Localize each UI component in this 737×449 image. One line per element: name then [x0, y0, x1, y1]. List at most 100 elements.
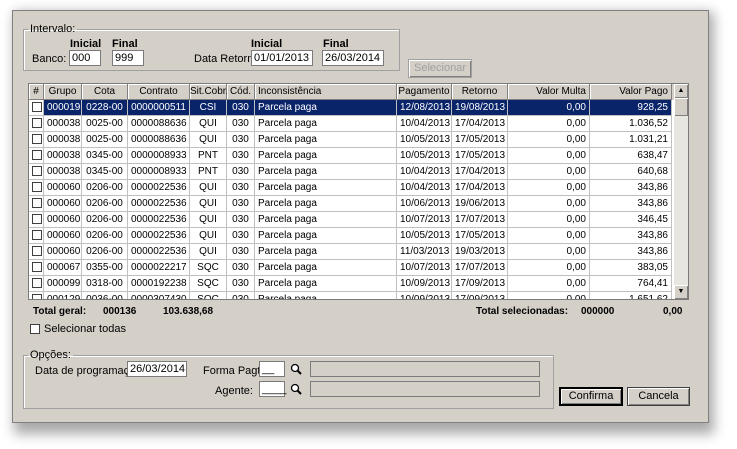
forma-pagto-input[interactable]: __	[259, 361, 285, 377]
col-cota-header[interactable]: Cota	[82, 84, 128, 100]
col-valor-multa-cell: 0,00	[508, 228, 590, 244]
col-valor-multa-header[interactable]: Valor Multa	[508, 84, 590, 100]
row-checkbox[interactable]	[32, 118, 42, 128]
col-grupo-cell: 000067	[44, 260, 82, 276]
data-final-input[interactable]: 26/03/2014	[322, 50, 384, 66]
table-row[interactable]: 000099 0318-00 0000192238 SQC 030 Parcela pag…	[29, 276, 674, 292]
col-pagamento-cell: 10/05/2013	[397, 228, 452, 244]
col-grupo-header[interactable]: Grupo	[44, 84, 82, 100]
col-inconsistencia-header[interactable]: Inconsistência	[255, 84, 397, 100]
col-cod-header[interactable]: Cód.	[227, 84, 255, 100]
col-pagamento-cell: 10/04/2013	[397, 180, 452, 196]
table-row[interactable]: 000060 0206-00 0000022536 QUI 030 Parcela pag…	[29, 228, 674, 244]
row-select-cell	[29, 196, 44, 212]
table-row[interactable]: 000038 0025-00 0000088636 QUI 030 Parcela pag…	[29, 132, 674, 148]
col-sitcobr-cell: QUI	[190, 180, 227, 196]
col-grupo-cell: 000038	[44, 148, 82, 164]
col-cod-cell: 030	[227, 212, 255, 228]
col-cod-cell: 030	[227, 164, 255, 180]
table-row[interactable]: 000060 0206-00 0000022536 QUI 030 Parcela pag…	[29, 244, 674, 260]
col-sitcobr-cell: SQC	[190, 292, 227, 299]
data-inicial-input[interactable]: 01/01/2013	[251, 50, 313, 66]
forma-pagto-search-icon[interactable]	[290, 363, 302, 375]
col-retorno-header[interactable]: Retorno	[452, 84, 508, 100]
col-valor-multa-cell: 0,00	[508, 276, 590, 292]
agente-search-icon[interactable]	[290, 383, 302, 395]
col-grupo-cell: 000038	[44, 116, 82, 132]
col-contrato-cell: 0000022536	[128, 228, 190, 244]
col-hash-header[interactable]: #	[29, 84, 44, 100]
col-pagamento-cell: 12/08/2013	[397, 100, 452, 116]
col-contrato-cell: 0000192238	[128, 276, 190, 292]
row-checkbox[interactable]	[32, 262, 42, 272]
row-checkbox[interactable]	[32, 230, 42, 240]
scroll-down-icon[interactable]: ▼	[674, 285, 688, 299]
col-grupo-cell: 000060	[44, 212, 82, 228]
table-row[interactable]: 000067 0355-00 0000022217 SQC 030 Parcela pag…	[29, 260, 674, 276]
row-checkbox[interactable]	[32, 134, 42, 144]
col-contrato-cell: 0000008933	[128, 164, 190, 180]
col-pagamento-cell: 10/07/2013	[397, 260, 452, 276]
scroll-thumb[interactable]	[674, 98, 688, 116]
row-select-cell	[29, 228, 44, 244]
table-row[interactable]: 000060 0206-00 0000022536 QUI 030 Parcela pag…	[29, 180, 674, 196]
col-sitcobr-cell: QUI	[190, 228, 227, 244]
col-contrato-header[interactable]: Contrato	[128, 84, 190, 100]
col-cota-cell: 0025-00	[82, 132, 128, 148]
scroll-up-icon[interactable]: ▲	[674, 84, 688, 98]
banco-final-input[interactable]: 999	[112, 50, 144, 66]
col-inconsistencia-cell: Parcela paga	[255, 100, 397, 116]
selecionar-todas-label: Selecionar todas	[44, 323, 126, 335]
results-grid[interactable]: # Grupo Cota Contrato Sit.Cobr. Cód. Inconsist…	[28, 83, 689, 300]
col-retorno-cell: 17/04/2013	[452, 116, 508, 132]
col-inconsistencia-cell: Parcela paga	[255, 180, 397, 196]
table-row[interactable]: 000060 0206-00 0000022536 QUI 030 Parcela pag…	[29, 212, 674, 228]
row-checkbox[interactable]	[32, 214, 42, 224]
selecionar-button[interactable]: Selecionar	[408, 59, 472, 78]
col-grupo-cell: 000019	[44, 100, 82, 116]
table-row[interactable]: 000060 0206-00 0000022536 QUI 030 Parcela pag…	[29, 196, 674, 212]
total-geral-label: Total geral:	[33, 306, 87, 317]
col-valor-multa-cell: 0,00	[508, 132, 590, 148]
col-cod-cell: 030	[227, 132, 255, 148]
col-grupo-cell: 000060	[44, 196, 82, 212]
table-row[interactable]: 000038 0025-00 0000088636 QUI 030 Parcela pag…	[29, 116, 674, 132]
row-checkbox[interactable]	[32, 198, 42, 208]
table-row[interactable]: 000038 0345-00 0000008933 PNT 030 Parcela pag…	[29, 164, 674, 180]
banco-inicial-input[interactable]: 000	[69, 50, 101, 66]
table-row[interactable]: 000038 0345-00 0000008933 PNT 030 Parcela pag…	[29, 148, 674, 164]
col-contrato-cell: 0000022536	[128, 196, 190, 212]
row-checkbox[interactable]	[32, 278, 42, 288]
table-row[interactable]: 000019 0228-00 0000000511 CSI 030 Parcela pag…	[29, 100, 674, 116]
col-cod-cell: 030	[227, 292, 255, 299]
col-valor-pago-cell: 638,47	[590, 148, 672, 164]
selecionar-todas-checkbox[interactable]	[30, 324, 40, 334]
row-select-cell	[29, 100, 44, 116]
col-retorno-cell: 17/05/2013	[452, 228, 508, 244]
col-valor-multa-cell: 0,00	[508, 260, 590, 276]
col-cota-cell: 0355-00	[82, 260, 128, 276]
col-valor-pago-header[interactable]: Valor Pago	[590, 84, 672, 100]
col-sitcobr-header[interactable]: Sit.Cobr.	[190, 84, 228, 100]
col-pagamento-header[interactable]: Pagamento	[397, 84, 452, 100]
vertical-scrollbar[interactable]: ▲ ▼	[674, 84, 688, 299]
confirma-button[interactable]: Confirma	[559, 387, 623, 406]
table-row[interactable]: 000129 0036-00 0000307430 SQC 030 Parcela pag…	[29, 292, 674, 299]
data-programacao-input[interactable]: 26/03/2014	[127, 361, 187, 377]
row-checkbox[interactable]	[32, 102, 42, 112]
col-valor-pago-cell: 343,86	[590, 180, 672, 196]
col-valor-multa-cell: 0,00	[508, 292, 590, 299]
col-cota-cell: 0206-00	[82, 212, 128, 228]
agente-input[interactable]: ____	[259, 381, 286, 397]
row-checkbox[interactable]	[32, 246, 42, 256]
row-checkbox[interactable]	[32, 182, 42, 192]
col-inconsistencia-cell: Parcela paga	[255, 116, 397, 132]
row-checkbox[interactable]	[32, 166, 42, 176]
row-checkbox[interactable]	[32, 294, 42, 299]
col-pagamento-cell: 10/09/2013	[397, 276, 452, 292]
col-valor-multa-cell: 0,00	[508, 164, 590, 180]
cancela-button[interactable]: Cancela	[627, 387, 690, 406]
col-retorno-cell: 17/07/2013	[452, 212, 508, 228]
col-valor-multa-cell: 0,00	[508, 212, 590, 228]
row-checkbox[interactable]	[32, 150, 42, 160]
